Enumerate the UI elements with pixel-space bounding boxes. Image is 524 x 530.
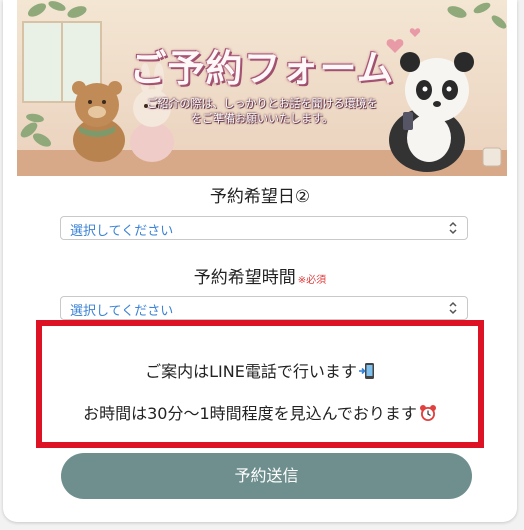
alarm-clock-icon [419, 405, 436, 421]
submit-button[interactable]: 予約送信 [61, 453, 472, 499]
time-label: 予約希望時間 ※必須 [3, 263, 517, 288]
time-select-value: 選択してください [70, 304, 174, 319]
date-select[interactable]: 選択してください [60, 216, 468, 240]
banner-subtitle-line1: ご紹介の際は、しっかりとお話を聞ける環境を [146, 97, 378, 110]
notice-line-1: ご案内はLINE電話で行います [42, 358, 478, 382]
date-label: 予約希望日② [209, 187, 311, 207]
chevron-updown-icon [449, 221, 457, 235]
time-label-text: 予約希望時間 [193, 268, 296, 288]
chevron-updown-icon [449, 301, 457, 315]
notice-box: ご案内はLINE電話で行います お時間は30分〜1時間程度を見込んでおります [36, 320, 484, 448]
notice-line-1-text: ご案内はLINE電話で行います [145, 362, 357, 381]
notice-line-2-text: お時間は30分〜1時間程度を見込んでおります [83, 404, 417, 423]
banner-subtitle: ご紹介の際は、しっかりとお話を聞ける環境を をご準備お願いいたします。 [17, 96, 507, 126]
banner-subtitle-line2: をご準備お願いいたします。 [191, 112, 333, 125]
time-select[interactable]: 選択してください [60, 296, 468, 320]
date-select-value: 選択してください [70, 224, 174, 239]
mobile-phone-incoming-icon [358, 363, 374, 379]
banner-title: ご予約フォーム [129, 47, 395, 90]
header-banner: ご予約フォーム ご紹介の際は、しっかりとお話を聞ける環境を をご準備お願いいたし… [17, 0, 507, 176]
notice-line-2: お時間は30分〜1時間程度を見込んでおります [42, 400, 478, 424]
required-badge: ※必須 [297, 275, 327, 286]
reservation-form-card: ご予約フォーム ご紹介の際は、しっかりとお話を聞ける環境を をご準備お願いいたし… [3, 0, 517, 522]
